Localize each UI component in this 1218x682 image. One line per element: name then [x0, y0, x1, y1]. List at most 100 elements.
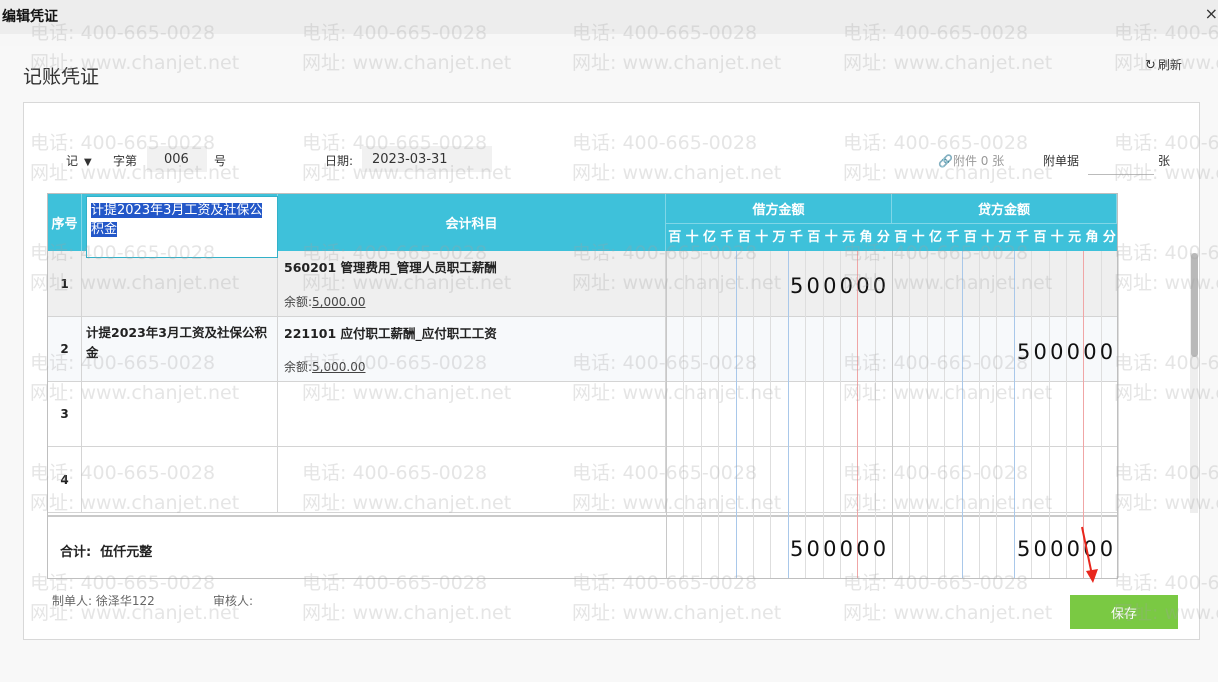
table-row[interactable]: 4	[48, 447, 1117, 513]
amount-grid-line	[1048, 251, 1050, 578]
close-icon[interactable]: ×	[1205, 4, 1218, 23]
digit-unit-label: 百	[668, 230, 682, 245]
row2-credit-amount[interactable]: 500000	[1017, 340, 1116, 364]
digit-unit-label: 元	[842, 230, 856, 245]
maker-label: 制单人: 徐泽华122	[52, 594, 155, 608]
voucher-number-input[interactable]: 006	[147, 146, 207, 172]
amount-grid-line	[1031, 251, 1033, 578]
total-amount-text: 伍仟元整	[100, 545, 153, 560]
summary-edit-field[interactable]: 计提2023年3月工资及社保公积金	[86, 196, 278, 258]
zhang-label: 张	[1158, 154, 1171, 168]
amount-grid-line	[892, 251, 893, 578]
refresh-button[interactable]: ↻ 刷新	[1145, 56, 1182, 73]
voucher-table: 序号 摘要 会计科目 借方金额 贷方金额 百十亿千百十万千百十元角分 百十亿千百…	[47, 193, 1120, 579]
date-label: 日期:	[325, 154, 354, 168]
red-arrow-annotation	[1081, 526, 1098, 583]
digit-unit-label: 元	[1068, 230, 1082, 245]
row1-debit-amount[interactable]: 500000	[790, 274, 889, 298]
table-row[interactable]: 2 计提2023年3月工资及社保公积金 221101 应付职工薪酬_应付职工工资…	[48, 317, 1117, 382]
refresh-label: 刷新	[1157, 58, 1182, 72]
digit-unit-label: 百	[894, 230, 908, 245]
digit-unit-label: 分	[876, 230, 890, 245]
amount-grid-line	[961, 251, 963, 578]
amount-grid-line	[1066, 251, 1067, 578]
amount-grid-line	[979, 251, 980, 578]
attachment-link[interactable]: 🔗附件 0 张	[938, 152, 1004, 169]
window-title: 编辑凭证	[2, 9, 58, 25]
amount-grid-line	[1118, 251, 1120, 578]
amount-grid-line	[770, 251, 772, 578]
total-label: 合计: 伍仟元整	[60, 541, 152, 560]
amount-grid-line	[787, 251, 789, 578]
summary-selected-text: 计提2023年3月工资及社保公积金	[91, 203, 263, 237]
amount-grid-line	[666, 251, 667, 578]
amount-grid-line	[909, 251, 911, 578]
balance-value: 5,000.00	[312, 295, 366, 309]
amount-grid-line	[718, 251, 720, 578]
row-index: 3	[48, 382, 82, 446]
amount-grid-line	[700, 251, 702, 578]
total-debit-amount: 500000	[790, 537, 890, 561]
amount-grid-line	[683, 251, 685, 578]
total-label-text: 合计:	[60, 545, 92, 560]
fudanju-input[interactable]	[1088, 174, 1154, 175]
total-row: 合计: 伍仟元整	[48, 515, 1117, 578]
digit-unit-label: 万	[998, 230, 1012, 245]
save-button[interactable]: 保存	[1070, 595, 1178, 629]
digit-unit-label: 百	[807, 230, 821, 245]
header-debit: 借方金额	[666, 194, 892, 224]
row-summary-cell	[82, 251, 278, 316]
row-account-cell[interactable]: 560201 管理费用_管理人员职工薪酬 余额:5,000.00	[278, 251, 666, 316]
row-account[interactable]	[278, 382, 666, 446]
row-summary[interactable]	[82, 382, 278, 446]
digit-unit-label: 亿	[702, 230, 716, 245]
amount-grid-line	[944, 251, 946, 578]
row-account: 221101 应付职工薪酬_应付职工工资	[284, 326, 497, 341]
table-row[interactable]: 3	[48, 382, 1117, 447]
page-title: 记账凭证	[23, 66, 100, 88]
scrollbar-thumb[interactable]	[1191, 253, 1198, 357]
digit-unit-label: 百	[1033, 230, 1047, 245]
fudanju-label: 附单据	[1043, 154, 1080, 168]
credit-digit-units: 百十亿千百十万千百十元角分	[892, 225, 1118, 251]
amount-grid-line	[857, 251, 859, 578]
amount-grid-line	[735, 251, 737, 578]
digit-unit-label: 千	[789, 230, 803, 245]
table-row[interactable]: 1 560201 管理费用_管理人员职工薪酬 余额:5,000.00	[48, 251, 1117, 317]
row-balance: 余额:5,000.00	[284, 358, 365, 375]
digit-unit-label: 百	[963, 230, 977, 245]
attachment-label: 附件 0 张	[952, 154, 1005, 168]
row-summary[interactable]: 计提2023年3月工资及社保公积金	[82, 317, 278, 381]
digit-unit-label: 分	[1102, 230, 1116, 245]
digit-unit-label: 千	[1015, 230, 1029, 245]
row-account: 560201 管理费用_管理人员职工薪酬	[284, 260, 497, 275]
amount-grid-line	[753, 251, 754, 578]
row-account[interactable]	[278, 447, 666, 512]
row-account-cell[interactable]: 221101 应付职工薪酬_应付职工工资 余额:5,000.00	[278, 317, 666, 381]
digit-unit-label: 十	[824, 230, 838, 245]
balance-label: 余额:	[284, 360, 313, 374]
header-account: 会计科目	[278, 194, 666, 251]
digit-unit-label: 亿	[928, 230, 942, 245]
voucher-type-select[interactable]: 记 ▼	[66, 152, 92, 169]
debit-digit-units: 百十亿千百十万千百十元角分	[666, 225, 892, 251]
digit-unit-label: 角	[859, 230, 873, 245]
amount-grid-line	[805, 251, 807, 578]
caret-down-icon: ▼	[84, 157, 92, 168]
digit-unit-label: 百	[737, 230, 751, 245]
header-index: 序号	[48, 194, 82, 251]
digit-unit-label: 千	[720, 230, 734, 245]
paperclip-icon: 🔗	[938, 154, 953, 168]
window-titlebar: 编辑凭证 ×	[0, 0, 1218, 30]
row-index: 4	[48, 447, 82, 512]
digit-unit-label: 角	[1085, 230, 1099, 245]
row-index: 1	[48, 251, 82, 316]
row-summary[interactable]	[82, 447, 278, 512]
amount-grid-line	[840, 251, 841, 578]
balance-label: 余额:	[284, 295, 313, 309]
amount-grid-line	[874, 251, 876, 578]
digit-unit-label: 十	[911, 230, 925, 245]
date-input[interactable]: 2023-03-31	[362, 146, 492, 172]
balance-value: 5,000.00	[312, 360, 366, 374]
hao-label: 号	[214, 154, 227, 168]
